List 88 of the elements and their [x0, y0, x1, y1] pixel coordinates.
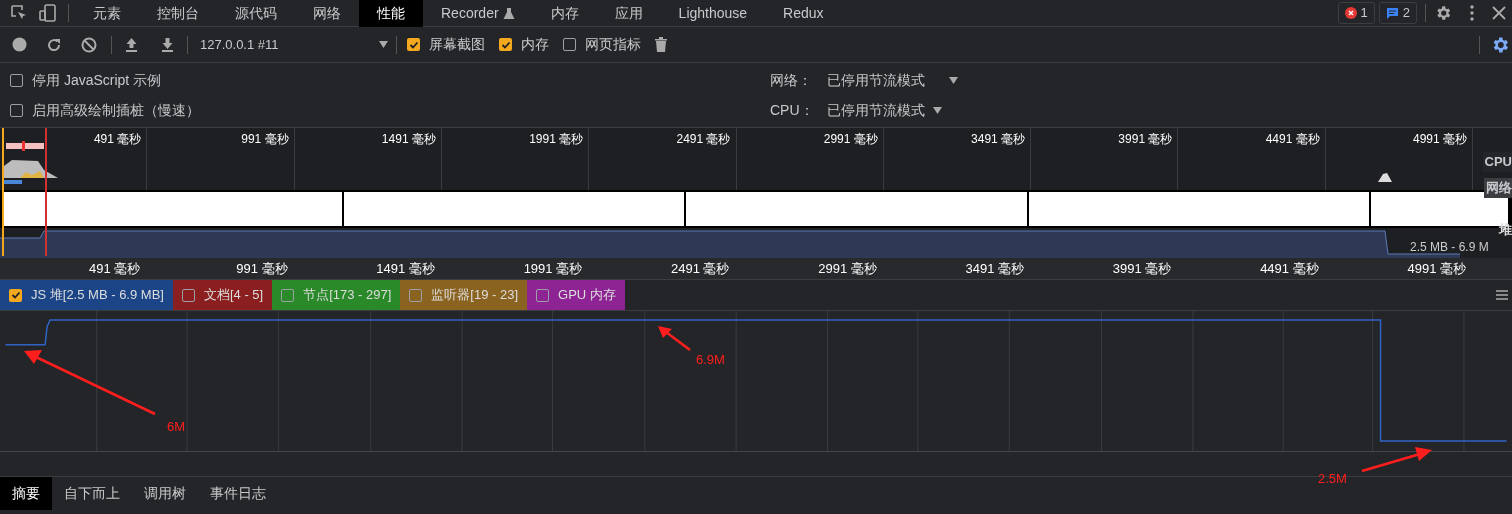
- message-count-badge[interactable]: 2: [1378, 2, 1417, 24]
- panel-tab[interactable]: 控制台: [139, 0, 217, 27]
- panel-tab[interactable]: 元素: [75, 0, 139, 27]
- overview-time-label: 2491 毫秒: [676, 131, 731, 144]
- throttle-select[interactable]: 已停用节流模式: [827, 69, 958, 91]
- overview-time-label: 4991 毫秒: [1412, 131, 1467, 144]
- detail-tab[interactable]: 自下而上: [52, 477, 132, 510]
- panel-tab[interactable]: 源代码: [217, 0, 295, 27]
- download-icon[interactable]: [160, 37, 175, 52]
- recording-select[interactable]: 127.0.0.1 #11: [200, 34, 388, 55]
- counter-toggle[interactable]: 文档[4 - 5]: [172, 280, 273, 310]
- annotation-label: 6.9M: [696, 351, 725, 369]
- checkbox[interactable]: [499, 38, 512, 51]
- heap-range-label: 2.5 MB - 6.9 M: [1410, 240, 1490, 254]
- checkbox[interactable]: [181, 288, 195, 302]
- select-label: 网络：: [770, 70, 813, 90]
- select-label: CPU：: [770, 100, 815, 120]
- ruler-time-label: 2991 毫秒: [818, 259, 877, 278]
- checkbox[interactable]: [536, 288, 550, 302]
- dropdown-icon: [379, 41, 388, 48]
- ruler-time-label: 4491 毫秒: [1260, 259, 1319, 278]
- counter-toggle[interactable]: 监听器[19 - 23]: [400, 280, 528, 310]
- ruler-time-label: 1991 毫秒: [523, 259, 583, 278]
- checkbox[interactable]: [409, 288, 423, 302]
- checkbox[interactable]: [281, 288, 295, 302]
- checkbox-label: 网页指标: [585, 35, 641, 54]
- detail-tab[interactable]: 摘要: [0, 477, 52, 510]
- more-icon[interactable]: [1470, 5, 1474, 21]
- ruler-time-label: 491 毫秒: [89, 259, 141, 278]
- overview-time-label: 2991 毫秒: [823, 131, 878, 144]
- overview-time-label: 3491 毫秒: [971, 131, 1026, 144]
- ruler-time-label: 4991 毫秒: [1407, 259, 1466, 278]
- ruler-time-label: 3991 毫秒: [1112, 259, 1172, 278]
- device-icon[interactable]: [38, 3, 58, 23]
- message-icon: [1385, 6, 1399, 20]
- dropdown-icon: [949, 76, 958, 84]
- annotation-arrow: [658, 326, 692, 352]
- ruler-time-label: 3491 毫秒: [965, 259, 1025, 278]
- message-count: 2: [1402, 4, 1410, 23]
- panel-tab[interactable]: Redux: [765, 0, 842, 27]
- overview-time-label: 1491 毫秒: [381, 131, 436, 144]
- ruler-time-label: 991 毫秒: [236, 259, 288, 278]
- ruler-time-label: 2491 毫秒: [670, 259, 730, 278]
- detail-tab[interactable]: 事件日志: [198, 477, 278, 510]
- checkbox-label: 停用 JavaScript 示例: [32, 70, 162, 90]
- throttle-select[interactable]: 已停用节流模式: [827, 99, 942, 121]
- overview-time-label: 991 毫秒: [241, 131, 289, 144]
- panel-tab[interactable]: 性能: [359, 0, 423, 27]
- detail-tab[interactable]: 调用树: [132, 477, 198, 510]
- record-icon[interactable]: [12, 37, 27, 52]
- upload-icon[interactable]: [124, 37, 139, 52]
- ruler-time-label: 1491 毫秒: [376, 259, 435, 278]
- checkbox[interactable]: [563, 38, 576, 51]
- clear-icon[interactable]: [81, 36, 97, 53]
- checkbox-label: 内存: [521, 35, 549, 54]
- close-icon[interactable]: [1492, 6, 1506, 20]
- panel-tab[interactable]: Lighthouse: [660, 0, 766, 27]
- counter-toggle[interactable]: JS 堆[2.5 MB - 6.9 MB]: [0, 280, 173, 310]
- delete-icon[interactable]: [655, 37, 667, 52]
- checkbox[interactable]: [10, 73, 23, 87]
- checkbox-label: 屏幕截图: [429, 35, 485, 54]
- checkbox[interactable]: [10, 103, 23, 117]
- reload-icon[interactable]: [46, 36, 62, 53]
- track-label: 堆: [1499, 221, 1512, 239]
- overview-time-label: 3991 毫秒: [1118, 131, 1173, 144]
- screenshot-frame: [3, 192, 45, 226]
- error-icon: [1344, 7, 1357, 19]
- dropdown-icon: [933, 106, 942, 114]
- overview-time-label: 491 毫秒: [93, 131, 142, 144]
- cpu-spike-graph: [1378, 172, 1394, 182]
- annotation-label: 6M: [167, 418, 186, 436]
- counter-toggle[interactable]: GPU 内存: [527, 280, 625, 310]
- annotation-arrow: [1360, 447, 1432, 473]
- error-count: 1: [1360, 4, 1368, 23]
- checkbox-label: 启用高级绘制插桩（慢速）: [32, 100, 200, 120]
- checkbox[interactable]: [407, 38, 420, 51]
- menu-icon[interactable]: [1496, 290, 1508, 300]
- panel-tab[interactable]: 内存: [532, 0, 597, 27]
- annotation-label: 2.5M: [1318, 470, 1347, 488]
- panel-tab[interactable]: 网络: [295, 0, 359, 27]
- panel-tab[interactable]: 应用: [596, 0, 661, 27]
- overview-time-label: 1991 毫秒: [529, 131, 584, 144]
- overview-time-label: 4491 毫秒: [1265, 131, 1320, 144]
- panel-tab[interactable]: Recorder: [423, 0, 533, 27]
- track-label: CPU: [1482, 152, 1512, 172]
- error-count-badge[interactable]: 1: [1337, 2, 1375, 24]
- track-label: 网络: [1484, 178, 1512, 198]
- checkbox[interactable]: [9, 288, 22, 302]
